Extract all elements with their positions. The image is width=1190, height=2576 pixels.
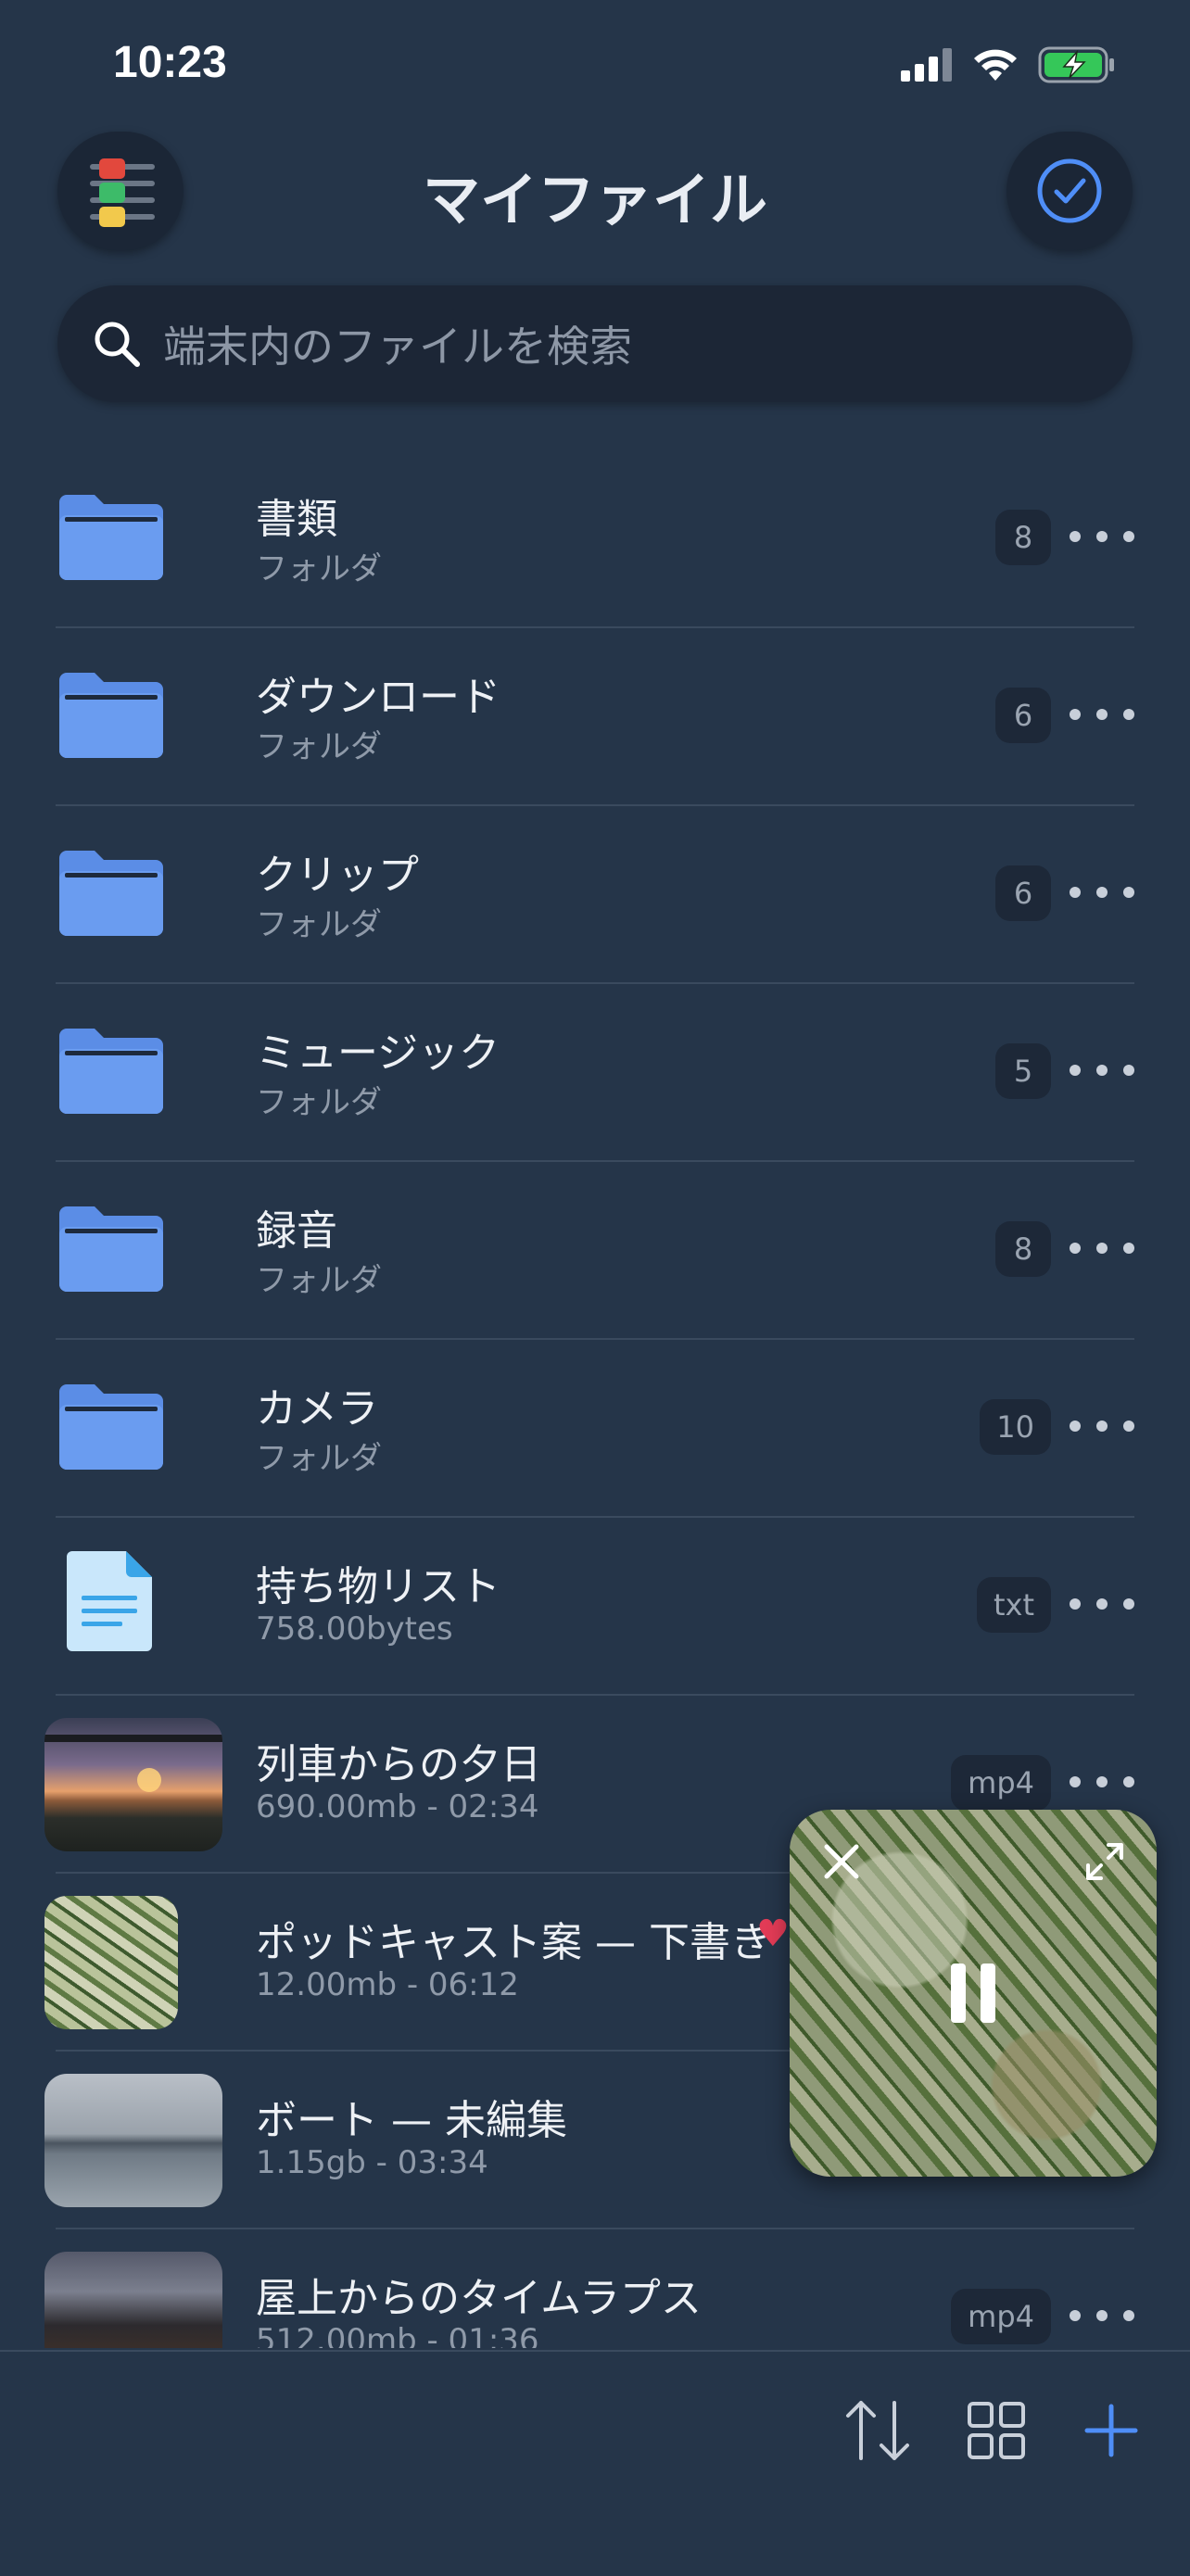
item-name: 列車からの夕日	[256, 1741, 541, 1788]
status-time: 10:23	[113, 38, 227, 87]
item-subtitle: 758.00bytes	[256, 1610, 453, 1648]
video-thumbnail	[44, 1718, 222, 1851]
add-icon	[1084, 2404, 1138, 2457]
folder-icon	[59, 495, 163, 580]
file-type-badge: txt	[976, 1577, 1051, 1633]
item-subtitle: フォルダ	[256, 1440, 382, 1477]
wifi-icon	[974, 49, 1017, 81]
status-icons	[901, 46, 1116, 83]
item-name: クリップ	[256, 852, 419, 899]
item-name: ボート — 未編集	[256, 2097, 567, 2144]
more-options-icon[interactable]	[1070, 523, 1134, 550]
item-subtitle: 1.15gb - 03:34	[256, 2144, 488, 2181]
item-subtitle: フォルダ	[256, 550, 382, 587]
item-count-badge: 8	[995, 1221, 1051, 1277]
item-name: 屋上からのタイムラプス	[256, 2275, 702, 2322]
sort-button[interactable]	[836, 2389, 919, 2472]
item-name: ミュージック	[256, 1029, 500, 1077]
pause-icon	[951, 1964, 995, 2023]
pause-button[interactable]	[936, 1956, 1010, 2030]
item-subtitle: 12.00mb - 06:12	[256, 1966, 519, 2003]
item-subtitle: 690.00mb - 02:34	[256, 1788, 539, 1825]
more-options-icon[interactable]	[1070, 878, 1134, 906]
select-button[interactable]	[1006, 132, 1133, 250]
item-name: 録音	[256, 1207, 337, 1255]
list-item[interactable]: 屋上からのタイムラプス 512.00mb - 01:36 mp4	[0, 2229, 1190, 2348]
more-options-icon[interactable]	[1070, 1590, 1134, 1618]
audio-artwork-thumbnail	[44, 1896, 178, 2029]
cellular-signal-icon	[901, 48, 952, 82]
item-count-badge: 6	[995, 688, 1051, 743]
sort-icon	[846, 2401, 909, 2460]
favorite-heart-icon[interactable]: ♥	[756, 1913, 790, 1955]
add-button[interactable]	[1070, 2389, 1153, 2472]
list-item[interactable]: 持ち物リスト 758.00bytes txt	[0, 1518, 1190, 1696]
battery-charging-icon	[1038, 46, 1114, 83]
item-subtitle: 512.00mb - 01:36	[256, 2322, 539, 2348]
video-thumbnail	[44, 2074, 222, 2207]
more-options-icon[interactable]	[1070, 2302, 1134, 2330]
item-name: ポッドキャスト案 — 下書き	[256, 1919, 771, 1966]
item-subtitle: フォルダ	[256, 1262, 382, 1299]
item-count-badge: 6	[995, 865, 1051, 921]
text-document-icon	[67, 1551, 152, 1651]
folder-icon	[59, 1384, 163, 1470]
list-item[interactable]: ダウンロード フォルダ 6	[0, 628, 1190, 806]
folder-icon	[59, 673, 163, 758]
item-name: 持ち物リスト	[256, 1563, 500, 1610]
folder-icon	[59, 851, 163, 936]
more-options-icon[interactable]	[1070, 1768, 1134, 1796]
status-bar: 10:23	[0, 0, 1190, 130]
item-name: ダウンロード	[256, 674, 500, 721]
item-subtitle: フォルダ	[256, 728, 382, 765]
close-player-button[interactable]	[814, 1834, 869, 1889]
bottom-toolbar	[0, 2350, 1190, 2576]
search-bar[interactable]: 端末内のファイルを検索	[57, 285, 1133, 402]
more-options-icon[interactable]	[1070, 701, 1134, 728]
more-options-icon[interactable]	[1070, 1412, 1134, 1440]
search-icon	[95, 322, 140, 367]
grid-view-icon	[968, 2402, 1025, 2459]
item-count-badge: 8	[995, 510, 1051, 565]
video-thumbnail	[44, 2252, 222, 2348]
list-item[interactable]: ミュージック フォルダ 5	[0, 984, 1190, 1162]
item-count-badge: 5	[995, 1043, 1051, 1099]
grid-view-button[interactable]	[955, 2389, 1038, 2472]
more-options-icon[interactable]	[1070, 1056, 1134, 1084]
item-count-badge: 10	[980, 1399, 1051, 1455]
file-type-badge: mp4	[951, 2289, 1051, 2344]
expand-player-button[interactable]	[1077, 1834, 1133, 1889]
list-item[interactable]: 書類 フォルダ 8	[0, 450, 1190, 628]
search-input[interactable]: 端末内のファイルを検索	[163, 313, 632, 374]
folder-icon	[59, 1029, 163, 1114]
list-item[interactable]: クリップ フォルダ 6	[0, 806, 1190, 984]
item-subtitle: フォルダ	[256, 1084, 382, 1121]
item-name: 書類	[256, 496, 337, 543]
list-item[interactable]: 録音 フォルダ 8	[0, 1162, 1190, 1340]
item-subtitle: フォルダ	[256, 906, 382, 943]
item-name: カメラ	[256, 1385, 378, 1433]
more-options-icon[interactable]	[1070, 1234, 1134, 1262]
file-type-badge: mp4	[951, 1755, 1051, 1811]
expand-icon	[1086, 1843, 1123, 1880]
checkmark-circle-icon	[1037, 158, 1102, 223]
mini-player[interactable]	[790, 1810, 1157, 2177]
list-item[interactable]: カメラ フォルダ 10	[0, 1340, 1190, 1518]
close-icon	[824, 1844, 859, 1879]
folder-icon	[59, 1206, 163, 1292]
